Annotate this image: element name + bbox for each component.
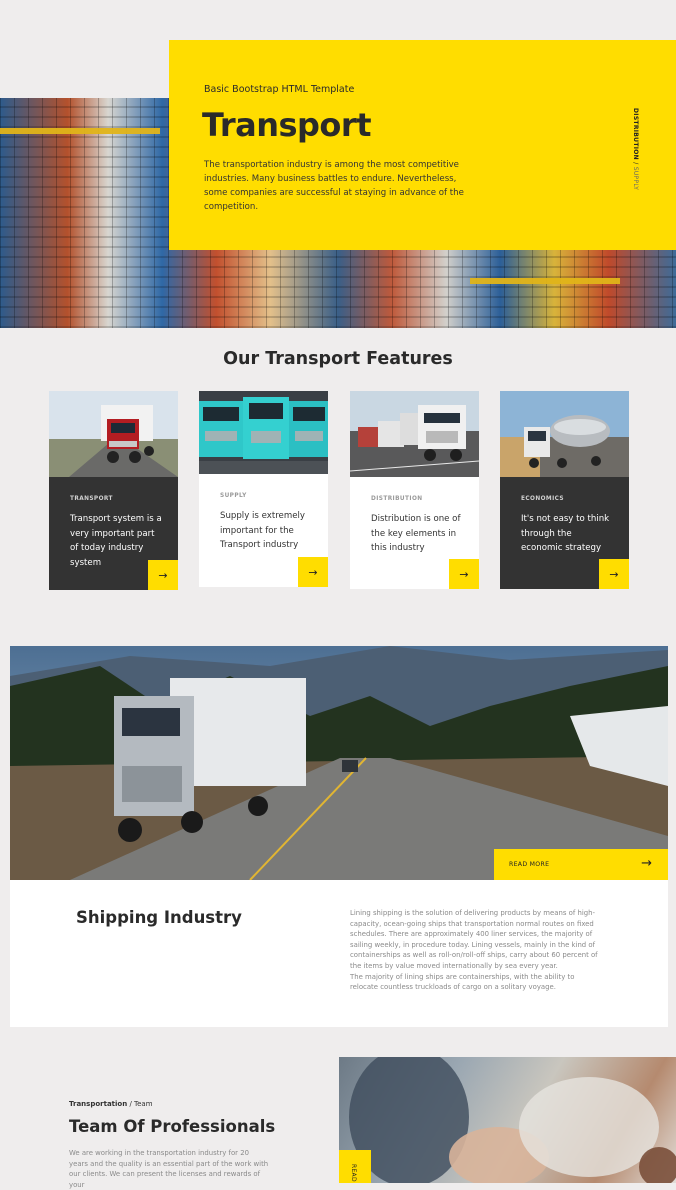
hero-side-label-sep: / [632, 159, 639, 167]
card-tag: ECONOMICS [521, 496, 564, 502]
hero-title: Transport [202, 106, 371, 144]
card-text: It's not easy to think through the econo… [521, 514, 610, 553]
breadcrumb-sep: / [127, 1100, 135, 1108]
card-tag: SUPPLY [220, 493, 247, 499]
features-title: Our Transport Features [223, 349, 453, 369]
team-breadcrumb: Transportation / Team [69, 1100, 153, 1108]
team-read-tab-label: READ [350, 1164, 357, 1182]
card-tag: DISTRIBUTION [371, 496, 423, 502]
arrow-right-icon[interactable]: → [599, 559, 629, 589]
arrow-right-icon[interactable]: → [449, 559, 479, 589]
crane-shape [0, 128, 160, 134]
team-description: We are working in the transportation ind… [69, 1149, 269, 1189]
hero-side-label: DISTRIBUTION / SUPPLY [629, 108, 639, 191]
tanker-truck-image [500, 391, 629, 477]
hero-eyebrow: Basic Bootstrap HTML Template [204, 84, 355, 95]
highway-truck-image [10, 646, 668, 880]
hero-card: Basic Bootstrap HTML Template Transport … [169, 40, 676, 250]
feature-card-distribution[interactable]: DISTRIBUTION Distribution is one of the … [350, 391, 479, 589]
red-truck-image [49, 391, 178, 477]
feature-card-transport[interactable]: TRANSPORT Transport system is a very imp… [49, 391, 178, 590]
card-tag: TRANSPORT [70, 496, 113, 502]
read-more-button[interactable]: READ MORE → [494, 849, 668, 880]
shipping-paragraph-1: Lining shipping is the solution of deliv… [350, 909, 598, 970]
arrow-right-icon[interactable]: → [298, 557, 328, 587]
shipping-paragraph-2: The majority of lining ships are contain… [350, 972, 575, 992]
read-more-label: READ MORE [509, 861, 550, 868]
arrow-right-icon: → [641, 856, 652, 871]
shipping-panel: Shipping Industry Lining shipping is the… [10, 880, 668, 1027]
crane-shape [470, 278, 620, 284]
breadcrumb-current: Transportation [69, 1100, 128, 1108]
breadcrumb-rest: Team [134, 1100, 153, 1108]
white-trucks-image [350, 391, 479, 477]
feature-card-supply[interactable]: SUPPLY Supply is extremely important for… [199, 391, 328, 587]
teal-trucks-image [199, 391, 328, 474]
hero-side-label-light: SUPPLY [632, 166, 639, 191]
hero-description: The transportation industry is among the… [204, 160, 464, 212]
team-meeting-image: READ [339, 1057, 676, 1183]
team-title: Team Of Professionals [69, 1117, 276, 1136]
shipping-title: Shipping Industry [76, 908, 242, 927]
team-read-tab[interactable]: READ [339, 1150, 371, 1183]
shipping-description: Lining shipping is the solution of deliv… [350, 908, 598, 993]
card-text: Supply is extremely important for the Tr… [220, 511, 305, 550]
arrow-right-icon[interactable]: → [148, 560, 178, 590]
feature-card-economics[interactable]: ECONOMICS It's not easy to think through… [500, 391, 629, 589]
hero-side-label-bold: DISTRIBUTION [632, 108, 639, 160]
card-text: Distribution is one of the key elements … [371, 514, 461, 553]
